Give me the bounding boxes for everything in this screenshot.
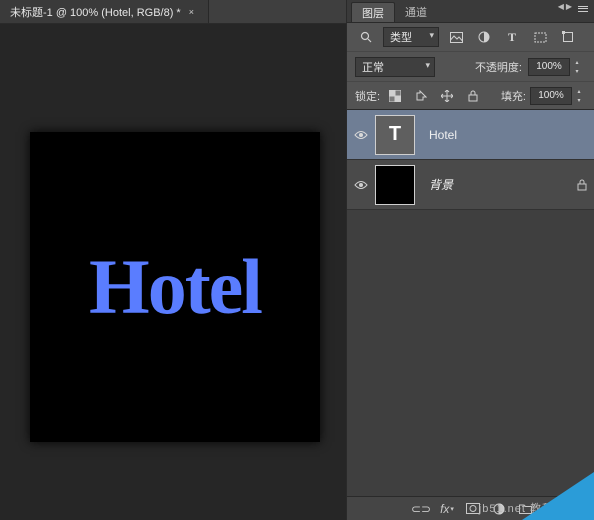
- document-tab-title: 未标题-1 @ 100% (Hotel, RGB/8) *: [10, 4, 181, 20]
- opacity-input[interactable]: 100% ▴▾: [528, 58, 570, 76]
- fill-label: 填充:: [501, 88, 526, 104]
- document-tab[interactable]: 未标题-1 @ 100% (Hotel, RGB/8) * ×: [0, 0, 209, 23]
- tab-layers-label: 图层: [362, 5, 384, 21]
- adjustment-filter-icon[interactable]: [473, 27, 495, 47]
- visibility-icon[interactable]: [347, 130, 375, 140]
- filter-type-label: 类型: [390, 29, 412, 45]
- opacity-value: 100%: [536, 61, 562, 72]
- blend-mode-value: 正常: [362, 59, 384, 75]
- layers-list: T Hotel 背景: [347, 110, 594, 496]
- lock-transparent-icon[interactable]: [384, 86, 406, 106]
- workspace: Hotel: [0, 24, 346, 520]
- blend-row: 正常 不透明度: 100% ▴▾: [347, 52, 594, 82]
- lock-icon: [570, 179, 594, 191]
- opacity-label: 不透明度:: [475, 59, 522, 75]
- link-layers-icon[interactable]: ⊂⊃: [412, 499, 430, 519]
- panel-header: 图层 通道 ◀▶: [347, 0, 594, 22]
- layer-thumbnail[interactable]: [375, 165, 415, 205]
- type-filter-icon[interactable]: T: [501, 27, 523, 47]
- tab-layers[interactable]: 图层: [351, 2, 395, 22]
- tab-channels[interactable]: 通道: [395, 2, 437, 22]
- close-icon[interactable]: ×: [189, 7, 194, 17]
- filter-row: 类型 T: [347, 22, 594, 52]
- fill-value: 100%: [538, 90, 564, 101]
- shape-filter-icon[interactable]: [529, 27, 551, 47]
- lock-all-icon[interactable]: [462, 86, 484, 106]
- blend-mode-dropdown[interactable]: 正常: [355, 57, 435, 77]
- watermark-triangle: [522, 472, 594, 520]
- lock-row: 锁定: 填充: 100% ▴▾: [347, 82, 594, 110]
- lock-position-icon[interactable]: [436, 86, 458, 106]
- panel-menu-icon[interactable]: [576, 3, 590, 15]
- layer-name[interactable]: Hotel: [429, 128, 594, 142]
- fill-input[interactable]: 100% ▴▾: [530, 87, 572, 105]
- lock-image-icon[interactable]: [410, 86, 432, 106]
- tab-channels-label: 通道: [405, 4, 427, 20]
- layer-style-icon[interactable]: fx▾: [438, 499, 456, 519]
- layer-row[interactable]: 背景: [347, 160, 594, 210]
- search-icon[interactable]: [355, 27, 377, 47]
- type-layer-icon: T: [389, 123, 401, 146]
- panel-collapse-icon[interactable]: ◀▶: [558, 2, 572, 11]
- visibility-icon[interactable]: [347, 180, 375, 190]
- layer-name[interactable]: 背景: [429, 176, 570, 193]
- layers-panel: 图层 通道 ◀▶ 类型 T 正常 不透明: [346, 0, 594, 520]
- smart-filter-icon[interactable]: [557, 27, 579, 47]
- document-canvas[interactable]: Hotel: [30, 132, 320, 442]
- canvas-text: Hotel: [89, 242, 261, 332]
- lock-label: 锁定:: [355, 88, 380, 104]
- layer-row[interactable]: T Hotel: [347, 110, 594, 160]
- layer-thumbnail[interactable]: T: [375, 115, 415, 155]
- fill-stepper[interactable]: ▴▾: [573, 88, 585, 106]
- filter-type-dropdown[interactable]: 类型: [383, 27, 439, 47]
- opacity-stepper[interactable]: ▴▾: [571, 59, 583, 77]
- image-filter-icon[interactable]: [445, 27, 467, 47]
